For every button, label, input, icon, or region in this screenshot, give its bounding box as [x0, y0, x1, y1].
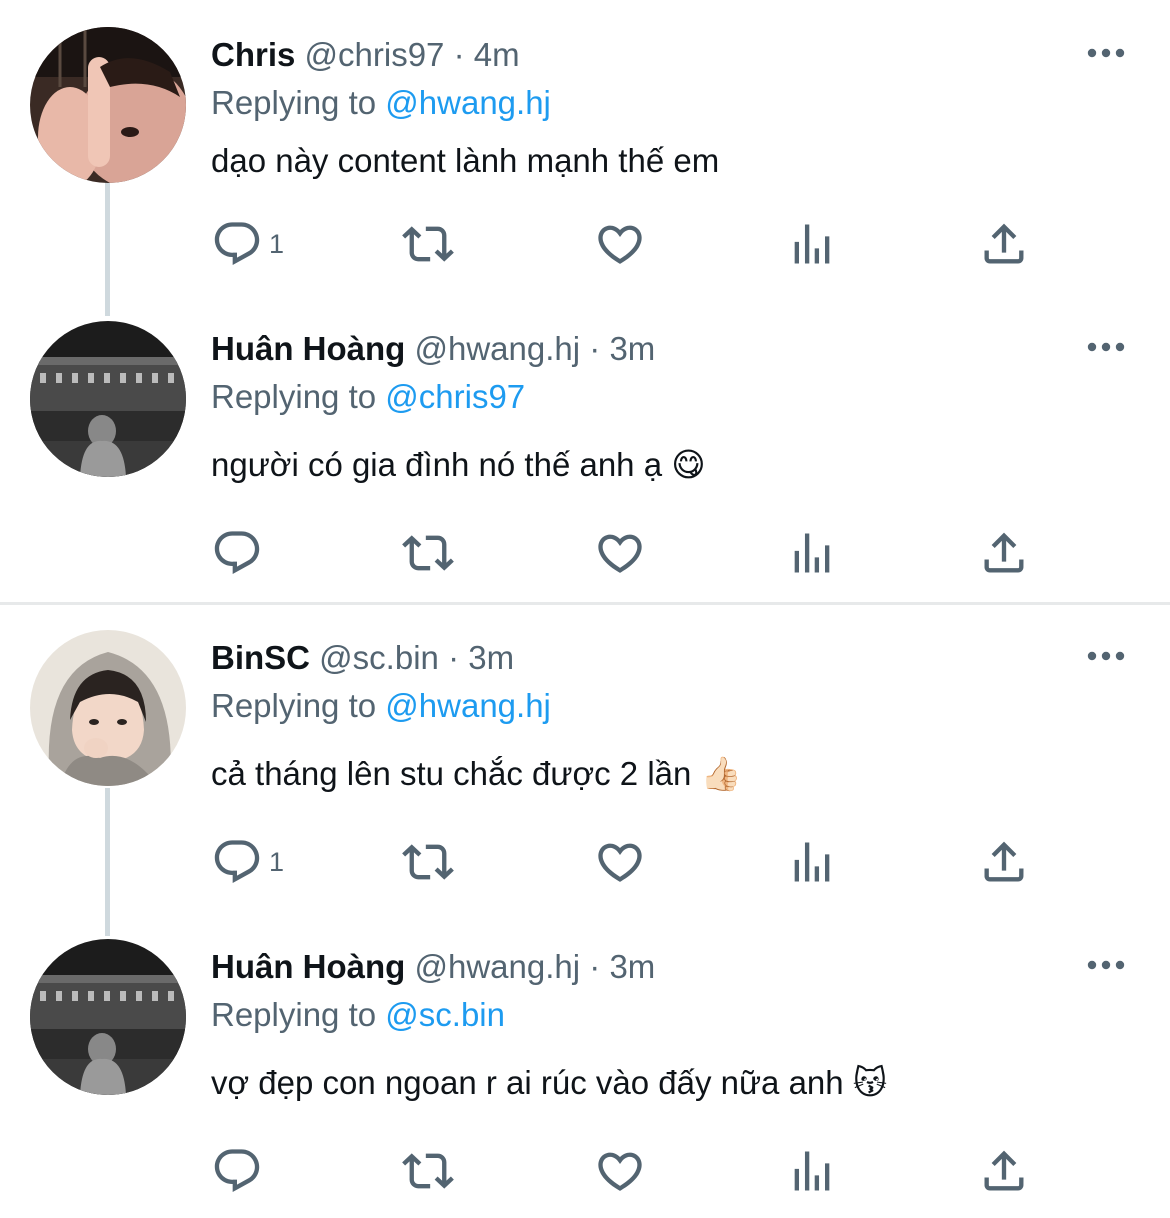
more-icon[interactable] — [1086, 953, 1126, 977]
reply-button[interactable] — [211, 1144, 269, 1198]
display-name[interactable]: Huân Hoàng — [211, 948, 405, 985]
like-button[interactable] — [594, 835, 646, 889]
tweet-text: cả tháng lên stu chắc được 2 lần 👍🏻 — [211, 755, 742, 792]
conversation-divider — [0, 602, 1170, 605]
tweet-text: vợ đẹp con ngoan r ai rúc vào đấy nữa an… — [211, 1064, 888, 1101]
analytics-button[interactable] — [786, 1144, 838, 1198]
retweet-icon — [402, 527, 454, 579]
user-handle[interactable]: @hwang.hj — [415, 330, 581, 367]
display-name[interactable]: Huân Hoàng — [211, 330, 405, 367]
analytics-button[interactable] — [786, 526, 838, 580]
timestamp[interactable]: · 3m — [589, 948, 655, 985]
replying-to-handle[interactable]: @hwang.hj — [385, 687, 551, 724]
reply-count: 1 — [269, 228, 285, 259]
analytics-icon — [786, 1145, 838, 1197]
user-handle[interactable]: @hwang.hj — [415, 948, 581, 985]
share-button[interactable] — [978, 1144, 1030, 1198]
tweet-header: BinSC @sc.bin · 3m — [211, 638, 514, 678]
tweet[interactable]: Chris @chris97 · 4m Replying to @hwang.h… — [0, 27, 1170, 287]
tweet-header: Chris @chris97 · 4m — [211, 35, 520, 75]
replying-label: Replying to — [211, 996, 377, 1033]
tweet-text: người có gia đình nó thế anh ạ 😋 — [211, 446, 706, 483]
reply-icon — [211, 1145, 263, 1197]
share-icon — [978, 836, 1030, 888]
like-icon — [594, 218, 646, 270]
retweet-button[interactable] — [402, 217, 454, 271]
tweet[interactable]: Huân Hoàng @hwang.hj · 3m Replying to @c… — [0, 321, 1170, 591]
tweet-header: Huân Hoàng @hwang.hj · 3m — [211, 947, 655, 987]
avatar[interactable] — [30, 939, 186, 1095]
tweet-actions: 1 — [211, 217, 1091, 277]
share-icon — [978, 218, 1030, 270]
avatar[interactable] — [30, 27, 186, 183]
share-button[interactable] — [978, 526, 1030, 580]
analytics-icon — [786, 218, 838, 270]
replying-to-handle[interactable]: @sc.bin — [385, 996, 505, 1033]
like-icon — [594, 1145, 646, 1197]
analytics-icon — [786, 836, 838, 888]
replying-label: Replying to — [211, 687, 377, 724]
more-icon[interactable] — [1086, 41, 1126, 65]
analytics-button[interactable] — [786, 835, 838, 889]
replying-to-handle[interactable]: @hwang.hj — [385, 84, 551, 121]
like-icon — [594, 836, 646, 888]
like-button[interactable] — [594, 217, 646, 271]
more-icon[interactable] — [1086, 644, 1126, 668]
tweet-header: Huân Hoàng @hwang.hj · 3m — [211, 329, 655, 369]
reply-icon — [211, 527, 263, 579]
display-name[interactable]: Chris — [211, 36, 295, 73]
replying-label: Replying to — [211, 84, 377, 121]
share-icon — [978, 527, 1030, 579]
share-button[interactable] — [978, 835, 1030, 889]
replying-to: Replying to @hwang.hj — [211, 686, 551, 726]
more-icon[interactable] — [1086, 335, 1126, 359]
retweet-button[interactable] — [402, 1144, 454, 1198]
tweet-actions: 1 — [211, 835, 1091, 895]
avatar[interactable] — [30, 321, 186, 477]
retweet-icon — [402, 836, 454, 888]
reply-button[interactable]: 1 — [211, 835, 284, 889]
analytics-button[interactable] — [786, 217, 838, 271]
replying-to-handle[interactable]: @chris97 — [385, 378, 525, 415]
retweet-icon — [402, 1145, 454, 1197]
user-handle[interactable]: @chris97 — [305, 36, 445, 73]
timestamp[interactable]: · 3m — [589, 330, 655, 367]
reply-count: 1 — [269, 846, 285, 877]
tweet[interactable]: Huân Hoàng @hwang.hj · 3m Replying to @s… — [0, 939, 1170, 1209]
replying-label: Replying to — [211, 378, 377, 415]
like-button[interactable] — [594, 526, 646, 580]
reply-button[interactable] — [211, 526, 269, 580]
retweet-button[interactable] — [402, 835, 454, 889]
like-icon — [594, 527, 646, 579]
timestamp[interactable]: · 3m — [448, 639, 514, 676]
reply-button[interactable]: 1 — [211, 217, 284, 271]
tweet[interactable]: BinSC @sc.bin · 3m Replying to @hwang.hj… — [0, 630, 1170, 900]
timestamp[interactable]: · 4m — [454, 36, 520, 73]
tweet-text: dạo này content lành mạnh thế em — [211, 142, 720, 179]
display-name[interactable]: BinSC — [211, 639, 310, 676]
reply-icon — [211, 836, 263, 888]
like-button[interactable] — [594, 1144, 646, 1198]
retweet-icon — [402, 218, 454, 270]
tweet-actions — [211, 526, 1091, 586]
replying-to: Replying to @chris97 — [211, 377, 525, 417]
share-button[interactable] — [978, 217, 1030, 271]
reply-icon — [211, 218, 263, 270]
retweet-button[interactable] — [402, 526, 454, 580]
tweet-actions — [211, 1144, 1091, 1204]
user-handle[interactable]: @sc.bin — [319, 639, 439, 676]
share-icon — [978, 1145, 1030, 1197]
replying-to: Replying to @hwang.hj — [211, 83, 551, 123]
replying-to: Replying to @sc.bin — [211, 995, 505, 1035]
avatar[interactable] — [30, 630, 186, 786]
analytics-icon — [786, 527, 838, 579]
